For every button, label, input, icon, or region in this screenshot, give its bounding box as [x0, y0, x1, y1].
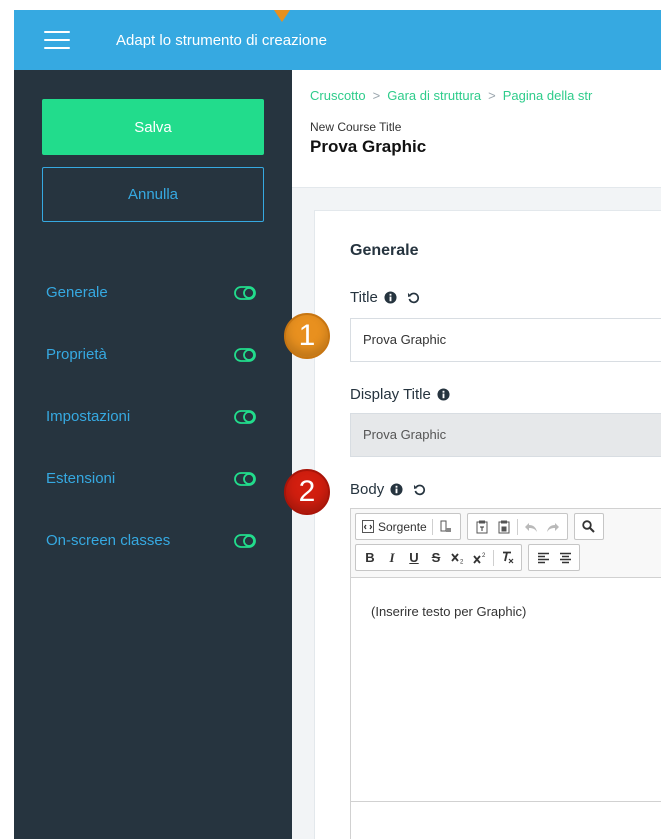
- align-center-button[interactable]: [554, 547, 576, 569]
- breadcrumb-separator: >: [488, 88, 496, 103]
- sidebar-item-impostazioni[interactable]: Impostazioni: [46, 386, 256, 448]
- sidebar-nav: Generale Proprietà Impostazioni Estensio…: [46, 262, 256, 572]
- template-icon: [440, 520, 451, 532]
- save-button[interactable]: Salva: [42, 99, 264, 155]
- preview-button[interactable]: [435, 516, 457, 538]
- callout-badge-2: 2: [284, 469, 330, 515]
- breadcrumb: Cruscotto > Gara di struttura > Pagina della…: [310, 88, 592, 103]
- display-title-label-text: Display Title: [350, 386, 431, 403]
- sidebar-item-label: Proprietà: [46, 346, 107, 363]
- sidebar-item-label: Generale: [46, 284, 108, 301]
- sidebar-item-label: On-screen classes: [46, 532, 171, 549]
- callout-badge-1: 1: [284, 313, 330, 359]
- toolbar-group-align: [528, 544, 580, 571]
- search-icon: [582, 520, 595, 533]
- main-content: Cruscotto > Gara di struttura > Pagina della…: [292, 70, 661, 839]
- underline-button[interactable]: U: [403, 547, 425, 569]
- toggle-icon: [234, 286, 256, 300]
- paste-word-icon: [498, 520, 510, 533]
- page-header: Cruscotto > Gara di struttura > Pagina della…: [292, 70, 661, 188]
- editor-toolbar: Sorgente B I U S 2 2: [351, 509, 661, 578]
- toggle-icon: [234, 410, 256, 424]
- toolbar-separator: [431, 518, 433, 535]
- undo-button[interactable]: [520, 516, 542, 538]
- breadcrumb-item-dashboard[interactable]: Cruscotto: [310, 88, 366, 103]
- undo-icon: [524, 522, 537, 532]
- reset-icon[interactable]: [413, 483, 426, 496]
- source-button-label: Sorgente: [378, 519, 427, 534]
- sidebar-item-label: Impostazioni: [46, 408, 131, 425]
- hamburger-menu-icon[interactable]: [44, 31, 70, 49]
- title-label-text: Title: [350, 289, 378, 306]
- display-title-label: Display Title: [350, 386, 450, 403]
- title-label: Title: [350, 289, 420, 306]
- align-left-icon: [537, 552, 549, 563]
- remove-format-button[interactable]: [496, 547, 518, 569]
- superscript-button[interactable]: 2: [469, 547, 491, 569]
- align-center-icon: [559, 552, 571, 563]
- redo-icon: [546, 522, 559, 532]
- reset-icon[interactable]: [407, 291, 420, 304]
- body-label-text: Body: [350, 481, 385, 498]
- sidebar-item-generale[interactable]: Generale: [46, 262, 256, 324]
- paste-word-button[interactable]: [493, 516, 515, 538]
- superscript-icon: 2: [473, 553, 486, 564]
- sidebar-item-proprieta[interactable]: Proprietà: [46, 324, 256, 386]
- toggle-icon: [234, 534, 256, 548]
- subscript-icon: 2: [451, 552, 464, 564]
- align-left-button[interactable]: [532, 547, 554, 569]
- cancel-button[interactable]: Annulla: [42, 167, 264, 222]
- paste-text-icon: [476, 520, 488, 533]
- toggle-icon: [234, 472, 256, 486]
- rich-text-editor: Sorgente B I U S 2 2 (Inserire testo per…: [350, 508, 661, 839]
- toggle-icon: [234, 348, 256, 362]
- source-icon: [362, 520, 374, 533]
- app-header: Adapt lo strumento di creazione: [14, 10, 661, 70]
- toolbar-separator: [493, 549, 494, 566]
- display-title-input[interactable]: Prova Graphic: [350, 413, 661, 457]
- pointer-marker: [274, 10, 290, 22]
- section-title: Generale: [350, 242, 419, 259]
- source-button[interactable]: Sorgente: [359, 516, 430, 538]
- toolbar-group-format: B I U S 2 2: [355, 544, 522, 571]
- bold-button[interactable]: B: [359, 547, 381, 569]
- editor-content[interactable]: (Inserire testo per Graphic): [351, 578, 661, 802]
- toolbar-group-clipboard: [466, 513, 568, 540]
- toolbar-separator: [516, 518, 518, 535]
- svg-text:2: 2: [482, 553, 486, 559]
- svg-text:2: 2: [460, 559, 464, 564]
- body-label: Body: [350, 481, 426, 498]
- sidebar: Salva Annulla Generale Proprietà Imposta…: [14, 70, 292, 839]
- info-icon[interactable]: [390, 483, 403, 496]
- strikethrough-button[interactable]: S: [425, 547, 447, 569]
- sidebar-item-estensioni[interactable]: Estensioni: [46, 448, 256, 510]
- remove-format-icon: [503, 551, 514, 564]
- course-subtitle: New Course Title: [310, 120, 402, 134]
- breadcrumb-separator: >: [372, 88, 381, 103]
- form-panel: Generale Title Prova Graphic Display Tit…: [314, 210, 661, 839]
- find-button[interactable]: [578, 516, 600, 538]
- info-icon[interactable]: [384, 291, 397, 304]
- title-input[interactable]: Prova Graphic: [350, 318, 661, 362]
- breadcrumb-item-page[interactable]: Pagina della str: [503, 88, 593, 103]
- italic-button[interactable]: I: [381, 547, 403, 569]
- page-title: Prova Graphic: [310, 137, 427, 156]
- sidebar-item-on-screen-classes[interactable]: On-screen classes: [46, 510, 256, 572]
- app-window: Adapt lo strumento di creazione Salva An…: [14, 10, 661, 839]
- redo-button[interactable]: [542, 516, 564, 538]
- info-icon[interactable]: [437, 388, 450, 401]
- toolbar-group-source: Sorgente: [355, 513, 461, 540]
- toolbar-group-find: [573, 513, 604, 540]
- sidebar-item-label: Estensioni: [46, 470, 116, 487]
- paste-text-button[interactable]: [471, 516, 493, 538]
- app-title: Adapt lo strumento di creazione: [116, 31, 327, 49]
- breadcrumb-item-structure[interactable]: Gara di struttura: [387, 88, 481, 103]
- subscript-button[interactable]: 2: [447, 547, 469, 569]
